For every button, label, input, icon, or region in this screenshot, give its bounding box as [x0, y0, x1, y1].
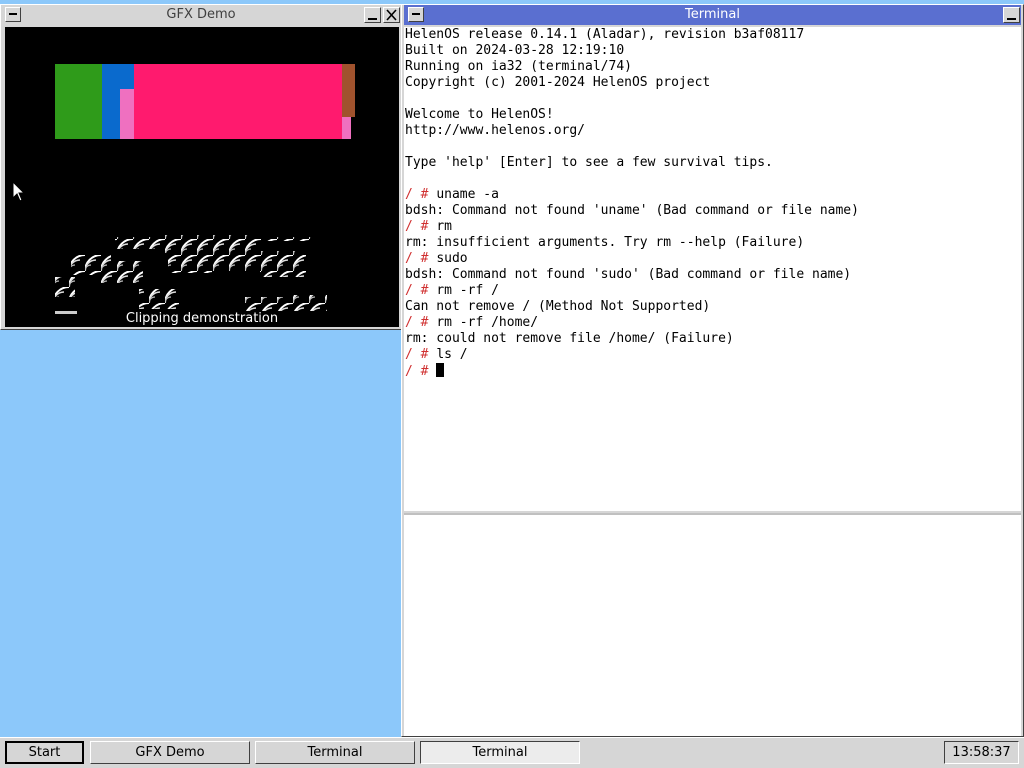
output-text: http://www.helenos.org/ [405, 123, 586, 138]
shell-prompt: / # [405, 364, 429, 379]
terminal-output-line: Welcome to HelenOS! [404, 107, 1021, 123]
terminal-output-line: bdsh: Command not found 'sudo' (Bad comm… [404, 267, 1021, 283]
command-text: ls / [436, 347, 468, 362]
shell-prompt: / # [405, 187, 429, 202]
terminal-output-line: HelenOS release 0.14.1 (Aladar), revisio… [404, 27, 1021, 43]
system-menu-icon [9, 13, 17, 15]
terminal-window[interactable]: Terminal HelenOS release 0.14.1 (Aladar)… [401, 4, 1024, 737]
shell-prompt: / # [405, 283, 429, 298]
gfx-demo-titlebar[interactable]: GFX Demo [1, 5, 401, 25]
start-button[interactable]: Start [5, 741, 84, 764]
terminal-system-menu-button[interactable] [408, 7, 424, 22]
clipped-bitmap-tiles [55, 235, 327, 314]
shell-prompt: / # [405, 251, 429, 266]
terminal-command-line: / # ls / [404, 347, 1021, 363]
terminal-command-line: / # uname -a [404, 187, 1021, 203]
output-text: Built on 2024-03-28 12:19:10 [405, 43, 625, 58]
light-pink-strip [342, 117, 351, 139]
output-text: Copyright (c) 2001-2024 HelenOS project [405, 75, 711, 90]
mouse-pointer-icon [12, 181, 26, 202]
taskbar-item-terminal-2[interactable]: Terminal [420, 741, 580, 764]
terminal-titlebar[interactable]: Terminal [404, 5, 1021, 25]
terminal-command-line: / # rm -rf /home/ [404, 315, 1021, 331]
terminal-output-line: rm: insufficient arguments. Try rm --hel… [404, 235, 1021, 251]
gfx-system-menu-button[interactable] [5, 7, 21, 22]
output-text: Welcome to HelenOS! [405, 107, 554, 122]
command-text: sudo [436, 251, 468, 266]
terminal-output-line: Type 'help' [Enter] to see a few surviva… [404, 155, 1021, 171]
taskbar-item-gfx-demo[interactable]: GFX Demo [90, 741, 250, 764]
output-text: Running on ia32 (terminal/74) [405, 59, 632, 74]
terminal-output-line: http://www.helenos.org/ [404, 123, 1021, 139]
shell-prompt: / # [405, 219, 429, 234]
gfx-demo-title: GFX Demo [166, 7, 236, 22]
terminal-lower-pane[interactable] [404, 513, 1021, 736]
taskbar-item-terminal-1[interactable]: Terminal [255, 741, 415, 764]
gfx-demo-window[interactable]: GFX Demo Clipping demonstration [0, 4, 402, 330]
output-text: rm: insufficient arguments. Try rm --hel… [405, 235, 805, 250]
clipping-caption: Clipping demonstration [125, 311, 279, 326]
output-text: HelenOS release 0.14.1 (Aladar), revisio… [405, 27, 805, 42]
taskbar: Start GFX Demo Terminal Terminal 13:58:3… [0, 737, 1024, 768]
terminal-output-line: Running on ia32 (terminal/74) [404, 59, 1021, 75]
terminal-command-line: / # [404, 363, 1021, 379]
shell-prompt: / # [405, 347, 429, 362]
output-text: rm: could not remove file /home/ (Failur… [405, 331, 734, 346]
terminal-output-line: bdsh: Command not found 'uname' (Bad com… [404, 203, 1021, 219]
command-text: rm -rf / [436, 283, 499, 298]
output-text: bdsh: Command not found 'sudo' (Bad comm… [405, 267, 852, 282]
gfx-minimize-button[interactable] [364, 7, 381, 23]
light-pink-rectangle [120, 89, 134, 139]
terminal-output[interactable]: HelenOS release 0.14.1 (Aladar), revisio… [404, 27, 1021, 511]
output-text: Type 'help' [Enter] to see a few surviva… [405, 155, 773, 170]
close-icon [386, 9, 397, 21]
terminal-output-line: Copyright (c) 2001-2024 HelenOS project [404, 75, 1021, 91]
output-text: bdsh: Command not found 'uname' (Bad com… [405, 203, 859, 218]
taskbar-clock: 13:58:37 [944, 741, 1019, 764]
text-cursor [436, 363, 445, 377]
command-text: rm -rf /home/ [436, 315, 539, 330]
minimize-icon [1007, 18, 1016, 20]
gfx-canvas: Clipping demonstration [5, 27, 399, 327]
terminal-title: Terminal [685, 7, 740, 22]
terminal-command-line: / # sudo [404, 251, 1021, 267]
terminal-output-line: Built on 2024-03-28 12:19:10 [404, 43, 1021, 59]
system-menu-icon [412, 13, 420, 15]
terminal-output-line: Can not remove / (Method Not Supported) [404, 299, 1021, 315]
terminal-command-line: / # rm [404, 219, 1021, 235]
pink-rectangle [134, 64, 342, 139]
brown-rectangle [342, 64, 355, 117]
command-text: rm [436, 219, 452, 234]
command-text: uname -a [436, 187, 499, 202]
minimize-icon [368, 18, 377, 20]
terminal-command-line: / # rm -rf / [404, 283, 1021, 299]
terminal-output-line: rm: could not remove file /home/ (Failur… [404, 331, 1021, 347]
terminal-minimize-button[interactable] [1003, 7, 1020, 23]
output-text: Can not remove / (Method Not Supported) [405, 299, 711, 314]
shell-prompt: / # [405, 315, 429, 330]
green-rectangle [55, 64, 102, 139]
gfx-close-button[interactable] [383, 7, 400, 23]
